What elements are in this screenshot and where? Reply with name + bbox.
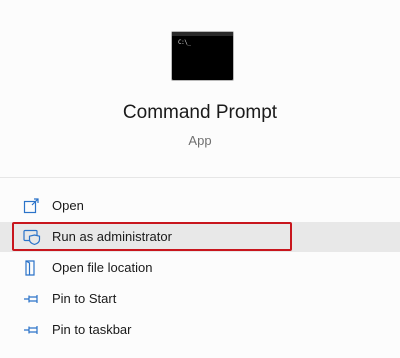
app-title: Command Prompt [122,102,278,123]
menu-item-label: Pin to Start [52,291,117,306]
shield-icon [23,229,41,245]
menu-item-open[interactable]: Open [0,191,400,221]
command-prompt-icon[interactable]: C:\_ [171,31,234,81]
pin-icon [24,326,38,334]
start-menu-app-panel: C:\_ Command Prompt App Open Run as admi… [0,0,400,358]
menu-item-open-file-location[interactable]: Open file location [0,253,400,283]
prompt-glyph: C:\_ [178,39,191,46]
menu-item-pin-to-start[interactable]: Pin to Start [0,284,400,314]
open-icon [23,198,39,214]
menu-item-label: Open [52,198,84,213]
menu-item-run-as-administrator[interactable]: Run as administrator [0,222,400,252]
app-type-label: App [188,133,212,148]
pin-icon [24,295,38,303]
menu-item-pin-to-taskbar[interactable]: Pin to taskbar [0,315,400,345]
file-location-icon [25,260,35,276]
menu-item-label: Open file location [52,260,153,275]
divider [0,177,400,178]
menu-item-label: Pin to taskbar [52,322,132,337]
menu-item-label: Run as administrator [52,229,172,244]
